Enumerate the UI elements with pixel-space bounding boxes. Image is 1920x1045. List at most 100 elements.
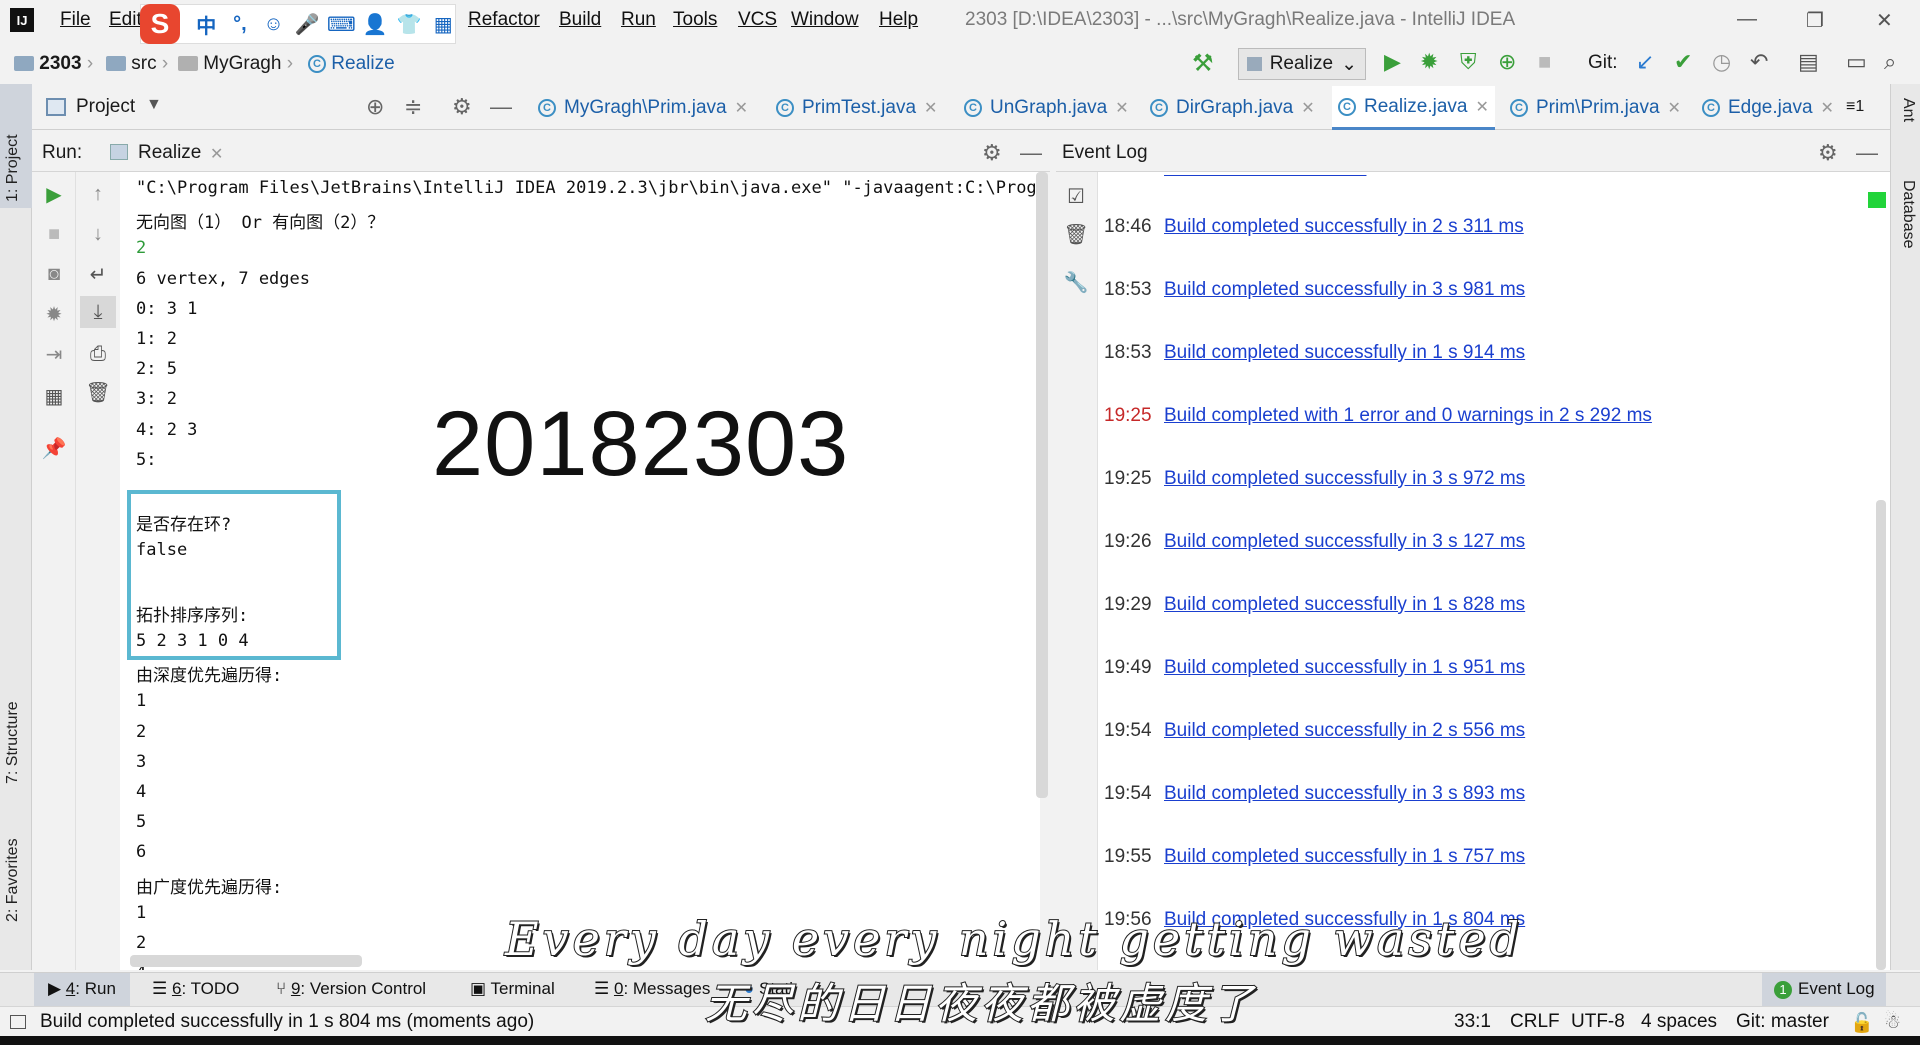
breadcrumb-project[interactable]: 2303 › [14, 53, 93, 75]
close-tab-icon[interactable]: ✕ [735, 98, 748, 118]
shirt-icon[interactable]: 👕 [397, 12, 422, 36]
event-message-link[interactable]: Build completed successfully in 2 s 311 … [1164, 216, 1524, 237]
user-icon[interactable]: 👤 [363, 12, 388, 36]
chevron-down-icon[interactable]: ▼ [146, 96, 162, 114]
tab-primtest[interactable]: C PrimTest.java ✕ [770, 86, 943, 130]
inspector-icon[interactable]: ☃ [1884, 1011, 1901, 1034]
close-icon[interactable]: ✕ [1876, 8, 1893, 33]
console-scrollbar[interactable] [1036, 172, 1048, 798]
git-commit-icon[interactable]: ✔ [1674, 49, 1692, 75]
tab-prim-prim[interactable]: C Prim\Prim.java ✕ [1504, 86, 1687, 130]
gear-icon[interactable]: ⚙ [1818, 140, 1838, 166]
git-update-icon[interactable]: ↙ [1636, 49, 1654, 75]
menu-window[interactable]: Window [791, 9, 859, 31]
event-message-link[interactable]: Build completed successfully in 3 s 972 … [1164, 468, 1525, 489]
line-separator[interactable]: CRLF [1510, 1011, 1560, 1033]
tool-tab-version-control[interactable]: ⑂ 9: Version Control [276, 979, 426, 999]
tool-tab-project[interactable]: 1: Project [4, 134, 22, 202]
run-tab-realize[interactable]: Realize [138, 142, 201, 164]
stop-icon[interactable]: ■ [1538, 49, 1551, 75]
tab-edge[interactable]: C Edge.java ✕ [1696, 86, 1840, 130]
hide-icon[interactable]: — [1020, 140, 1042, 166]
lock-icon[interactable]: 🔓 [1850, 1011, 1874, 1035]
trash-icon[interactable]: 🗑 [1063, 222, 1088, 246]
git-branch[interactable]: Git: master [1736, 1011, 1829, 1033]
event-message-link[interactable]: Build completed successfully in 1 s 951 … [1164, 657, 1525, 678]
coverage-icon[interactable]: ⛨ [1460, 49, 1477, 75]
event-message-link[interactable]: Build completed successfully in 1 s 828 … [1164, 594, 1525, 615]
grid-icon[interactable]: ▦ [431, 12, 455, 36]
breadcrumb-class[interactable]: C Realize [308, 53, 395, 75]
minimize-icon[interactable]: — [1737, 8, 1757, 31]
menu-help[interactable]: Help [879, 9, 918, 31]
tool-tab-event-log[interactable]: 1 Event Log [1774, 979, 1875, 999]
breadcrumb-src[interactable]: src › [106, 53, 168, 75]
camera-icon[interactable]: ◙ [42, 262, 66, 286]
login-icon[interactable]: ⇥ [42, 342, 66, 366]
project-structure-icon[interactable]: ▤ [1798, 49, 1819, 75]
keyboard-icon[interactable]: ⌨ [327, 12, 356, 36]
toggle-panels-icon[interactable] [10, 1015, 26, 1029]
tab-dirgraph[interactable]: C DirGraph.java ✕ [1144, 86, 1321, 130]
menu-tools[interactable]: Tools [673, 9, 717, 31]
emoji-icon[interactable]: ☺ [262, 12, 286, 36]
sdk-icon[interactable]: ▭ [1846, 49, 1867, 75]
ime-punctuation[interactable]: °, [228, 12, 252, 36]
menu-build[interactable]: Build [559, 9, 601, 31]
close-tab-icon[interactable]: ✕ [1115, 98, 1128, 118]
soft-wrap-icon[interactable]: ↵ [86, 262, 110, 286]
stop-icon[interactable]: ■ [42, 222, 66, 246]
run-config-select[interactable]: Realize ⌄ [1238, 48, 1366, 80]
revert-icon[interactable]: ↶ [1750, 49, 1768, 75]
search-icon[interactable]: ⌕ [1884, 49, 1896, 75]
close-tab-icon[interactable]: ✕ [210, 144, 223, 164]
tool-tab-favorites[interactable]: 2: Favorites [4, 838, 22, 922]
close-tab-icon[interactable]: ✕ [1301, 98, 1314, 118]
event-message-link[interactable]: Build completed successfully in 3 s 981 … [1164, 279, 1525, 300]
tab-mygragh-prim[interactable]: C MyGragh\Prim.java ✕ [532, 86, 754, 130]
rerun-icon[interactable]: ▶ [42, 182, 66, 206]
more-tabs-button[interactable]: ≡1 [1846, 98, 1864, 116]
tool-tab-structure[interactable]: 7: Structure [4, 701, 22, 784]
arrow-down-icon[interactable]: ↓ [86, 222, 110, 246]
gear-icon[interactable]: ⚙ [452, 94, 472, 120]
restore-icon[interactable]: ❐ [1806, 8, 1824, 33]
collapse-icon[interactable]: ≑ [404, 94, 422, 120]
event-message-link[interactable]: Build completed successfully in 3 s 127 … [1164, 531, 1525, 552]
close-tab-icon[interactable]: ✕ [1476, 97, 1489, 117]
menu-run[interactable]: Run [621, 9, 656, 31]
close-tab-icon[interactable]: ✕ [1821, 98, 1834, 118]
debug-icon[interactable]: ✹ [1420, 49, 1438, 75]
history-icon[interactable]: ◷ [1712, 49, 1731, 75]
ime-chinese-mode[interactable]: 中 [194, 12, 218, 38]
arrow-up-icon[interactable]: ↑ [86, 182, 110, 206]
event-message-link[interactable]: Build completed with 1 error and 0 warni… [1164, 405, 1652, 426]
event-message-link[interactable]: Build completed successfully in 1 s 757 … [1164, 846, 1525, 867]
locate-icon[interactable]: ⊕ [366, 94, 384, 120]
tool-tab-terminal[interactable]: ▣ Terminal [470, 979, 555, 999]
event-message-link[interactable]: Build completed successfully in 2 s 556 … [1164, 720, 1525, 741]
event-message-link[interactable]: Build completed successfully in 3 s 893 … [1164, 783, 1525, 804]
tool-tab-ant[interactable]: Ant [1899, 98, 1917, 122]
menu-vcs[interactable]: VCS [738, 9, 777, 31]
tool-tab-messages[interactable]: ☰ 0: Messages [594, 979, 710, 999]
menu-edit[interactable]: Edit [109, 9, 142, 31]
tab-realize[interactable]: C Realize.java ✕ [1332, 86, 1495, 130]
event-message-link[interactable]: Build completed successfully in 1 s 914 … [1164, 342, 1525, 363]
gear-icon[interactable]: ⚙ [982, 140, 1002, 166]
event-log-scrollbar[interactable] [1876, 500, 1886, 970]
sogou-logo-icon[interactable]: S [140, 4, 180, 44]
pin-icon[interactable]: 📌 [42, 436, 67, 460]
project-panel-title[interactable]: Project [76, 96, 135, 118]
layout-icon[interactable]: ▦ [42, 384, 66, 408]
caret-position[interactable]: 33:1 [1454, 1011, 1491, 1033]
close-tab-icon[interactable]: ✕ [1668, 98, 1681, 118]
wrench-icon[interactable]: 🔧 [1064, 270, 1089, 294]
hide-icon[interactable]: — [490, 94, 512, 120]
print-icon[interactable]: ⎙ [86, 342, 110, 366]
console-horizontal-scrollbar[interactable] [130, 955, 362, 967]
menu-refactor[interactable]: Refactor [468, 9, 540, 31]
scroll-to-end-icon[interactable]: ⤓ [86, 300, 110, 324]
menu-file[interactable]: File [60, 9, 91, 31]
build-hammer-icon[interactable]: ⚒ [1192, 49, 1214, 78]
